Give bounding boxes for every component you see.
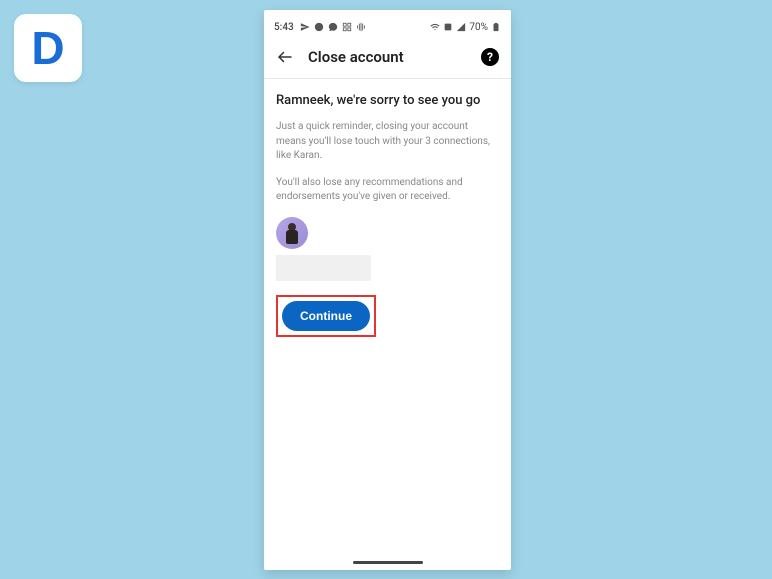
wifi-icon <box>430 22 440 32</box>
redacted-name <box>276 255 371 281</box>
page-header: Close account ? <box>264 38 511 79</box>
status-bar: 5:43 <box>264 16 511 38</box>
status-right: 70% <box>430 22 501 33</box>
status-left: 5:43 <box>274 22 366 33</box>
continue-button[interactable]: Continue <box>282 301 370 331</box>
content-area: Ramneek, we're sorry to see you go Just … <box>264 79 511 570</box>
grid-icon <box>342 22 352 32</box>
home-indicator[interactable] <box>353 561 423 564</box>
help-icon[interactable]: ? <box>481 48 499 66</box>
antenna-icon <box>356 22 366 32</box>
status-time: 5:43 <box>274 22 294 33</box>
network-icon <box>443 22 453 32</box>
reminder-text: Just a quick reminder, closing your acco… <box>276 120 496 164</box>
battery-icon <box>491 22 501 32</box>
content-heading: Ramneek, we're sorry to see you go <box>276 93 499 108</box>
battery-text: 70% <box>469 22 488 33</box>
phone-frame: 5:43 <box>264 10 511 570</box>
chat-icon <box>328 22 338 32</box>
continue-highlight: Continue <box>276 295 376 337</box>
page-title: Close account <box>308 48 467 66</box>
signal-icon <box>456 22 466 32</box>
back-icon[interactable] <box>276 48 294 66</box>
loss-text: You'll also lose any recommendations and… <box>276 176 496 205</box>
app-logo: D <box>14 14 82 82</box>
message-icon <box>314 22 324 32</box>
logo-letter: D <box>31 21 64 75</box>
send-icon <box>300 22 310 32</box>
connection-avatar <box>276 217 308 249</box>
